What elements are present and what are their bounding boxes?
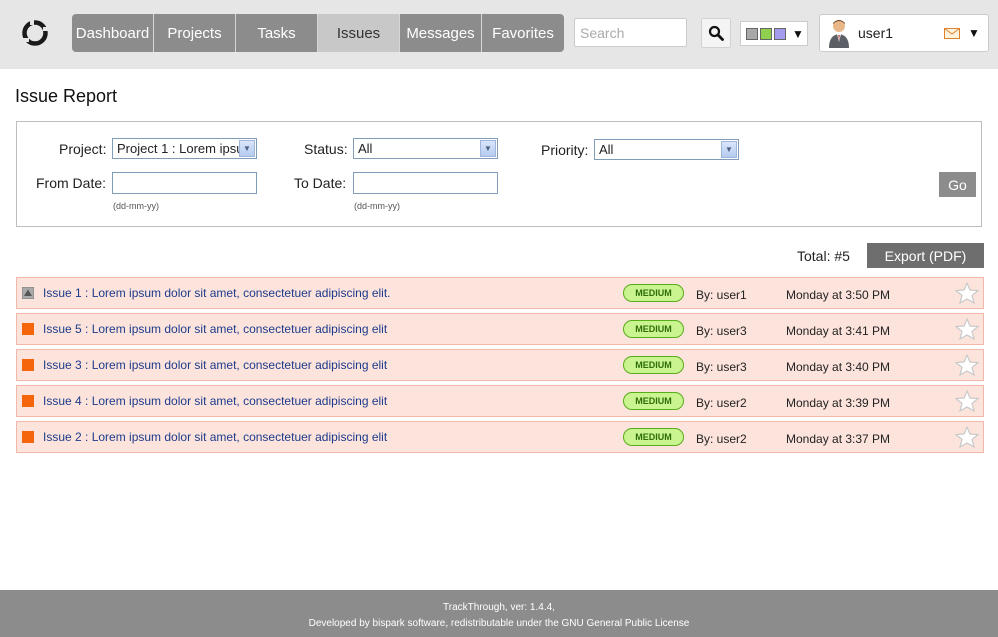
- tab-favorites[interactable]: Favorites: [482, 14, 564, 52]
- issue-link[interactable]: Issue 3 : Lorem ipsum dolor sit amet, co…: [43, 358, 387, 372]
- issue-row: Issue 2 : Lorem ipsum dolor sit amet, co…: [16, 421, 984, 453]
- priority-badge: MEDIUM: [623, 320, 684, 338]
- theme-swatch-green: [760, 27, 772, 40]
- priority-badge: MEDIUM: [623, 392, 684, 410]
- filter-panel: Project: Project 1 : Lorem ipsum ▼ Statu…: [16, 121, 982, 227]
- issue-type-square-icon: [22, 359, 34, 371]
- issue-link[interactable]: Issue 1 : Lorem ipsum dolor sit amet, co…: [43, 286, 391, 300]
- theme-swatch-gray: [746, 27, 758, 40]
- issue-author: By: user3: [696, 324, 747, 338]
- page-footer: TrackThrough, ver: 1.4.4, Developed by b…: [0, 590, 998, 637]
- chevron-down-icon: ▼: [480, 140, 496, 157]
- star-icon[interactable]: [955, 282, 979, 304]
- export-pdf-button[interactable]: Export (PDF): [867, 243, 984, 268]
- search-button[interactable]: [701, 18, 731, 48]
- footer-version: TrackThrough, ver: 1.4.4,: [443, 602, 555, 613]
- search-input[interactable]: [574, 18, 687, 47]
- issue-timestamp: Monday at 3:37 PM: [786, 432, 891, 446]
- project-select-value: Project 1 : Lorem ipsum: [117, 141, 255, 156]
- priority-select[interactable]: All ▼: [594, 139, 739, 160]
- issue-timestamp: Monday at 3:41 PM: [786, 324, 891, 338]
- top-header: Dashboard Projects Tasks Issues Messages…: [0, 0, 998, 69]
- issue-timestamp: Monday at 3:40 PM: [786, 360, 891, 374]
- avatar: [829, 20, 849, 48]
- from-date-label: From Date:: [36, 175, 107, 191]
- main-nav: Dashboard Projects Tasks Issues Messages…: [72, 14, 564, 52]
- issue-link[interactable]: Issue 2 : Lorem ipsum dolor sit amet, co…: [43, 430, 387, 444]
- tab-issues[interactable]: Issues: [318, 14, 400, 52]
- issue-row: Issue 1 : Lorem ipsum dolor sit amet, co…: [16, 277, 984, 309]
- theme-color-picker[interactable]: ▼: [740, 21, 808, 46]
- tab-dashboard[interactable]: Dashboard: [72, 14, 154, 52]
- issue-type-square-icon: [22, 395, 34, 407]
- username: user1: [858, 25, 894, 41]
- issue-timestamp: Monday at 3:39 PM: [786, 396, 891, 410]
- issue-author: By: user2: [696, 432, 747, 446]
- to-date-input[interactable]: [353, 172, 498, 194]
- tab-projects[interactable]: Projects: [154, 14, 236, 52]
- status-select-value: All: [358, 141, 373, 156]
- priority-badge: MEDIUM: [623, 356, 684, 374]
- issue-row: Issue 4 : Lorem ipsum dolor sit amet, co…: [16, 385, 984, 417]
- user-menu[interactable]: user1 ▼: [819, 14, 989, 52]
- priority-select-value: All: [599, 142, 614, 157]
- issue-type-square-icon: [22, 431, 34, 443]
- chevron-down-icon: ▼: [968, 26, 980, 40]
- issue-total-count: Total: #5: [797, 248, 850, 264]
- app-logo-icon[interactable]: [20, 18, 50, 48]
- from-date-hint: (dd-mm-yy): [113, 201, 159, 211]
- tab-messages[interactable]: Messages: [400, 14, 482, 52]
- issue-type-square-icon: [22, 323, 34, 335]
- tab-tasks[interactable]: Tasks: [236, 14, 318, 52]
- issue-author: By: user2: [696, 396, 747, 410]
- issue-row: Issue 5 : Lorem ipsum dolor sit amet, co…: [16, 313, 984, 345]
- status-label: Status:: [304, 141, 348, 157]
- to-date-label: To Date:: [294, 175, 347, 191]
- star-icon[interactable]: [955, 390, 979, 412]
- mail-icon[interactable]: [944, 27, 960, 39]
- issue-link[interactable]: Issue 4 : Lorem ipsum dolor sit amet, co…: [43, 394, 387, 408]
- priority-label: Priority:: [541, 142, 589, 158]
- issue-link[interactable]: Issue 5 : Lorem ipsum dolor sit amet, co…: [43, 322, 387, 336]
- to-date-hint: (dd-mm-yy): [354, 201, 400, 211]
- priority-badge: MEDIUM: [623, 428, 684, 446]
- from-date-input[interactable]: [112, 172, 257, 194]
- status-select[interactable]: All ▼: [353, 138, 498, 159]
- project-select[interactable]: Project 1 : Lorem ipsum ▼: [112, 138, 257, 159]
- up-arrow-icon: [22, 287, 34, 299]
- issue-author: By: user1: [696, 288, 747, 302]
- chevron-down-icon: ▼: [721, 141, 737, 158]
- project-label: Project:: [59, 141, 107, 157]
- issue-list: Issue 1 : Lorem ipsum dolor sit amet, co…: [16, 277, 984, 457]
- footer-credits: Developed by bispark software, redistrib…: [308, 618, 690, 629]
- page-title: Issue Report: [15, 86, 118, 106]
- chevron-down-icon: ▼: [792, 26, 804, 41]
- theme-swatch-purple: [774, 27, 786, 40]
- star-icon[interactable]: [955, 426, 979, 448]
- issue-author: By: user3: [696, 360, 747, 374]
- star-icon[interactable]: [955, 318, 979, 340]
- priority-badge: MEDIUM: [623, 284, 684, 302]
- go-button[interactable]: Go: [939, 172, 976, 197]
- issue-row: Issue 3 : Lorem ipsum dolor sit amet, co…: [16, 349, 984, 381]
- chevron-down-icon: ▼: [239, 140, 255, 157]
- star-icon[interactable]: [955, 354, 979, 376]
- issue-timestamp: Monday at 3:50 PM: [786, 288, 891, 302]
- search-icon: [708, 25, 724, 41]
